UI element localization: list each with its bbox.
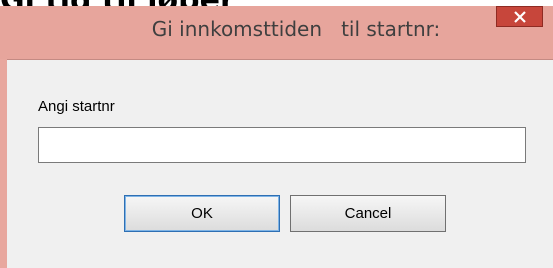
- startnr-input[interactable]: [38, 127, 526, 163]
- input-dialog: Gi innkomsttiden til startnr: Angi start…: [0, 6, 553, 268]
- dialog-title: Gi innkomsttiden til startnr:: [151, 17, 441, 41]
- close-button[interactable]: [496, 6, 543, 27]
- close-icon: [514, 11, 526, 23]
- dialog-body: Angi startnr OK Cancel: [7, 59, 553, 268]
- dialog-titlebar[interactable]: Gi innkomsttiden til startnr:: [0, 6, 553, 59]
- ok-button[interactable]: OK: [124, 195, 280, 232]
- cancel-button[interactable]: Cancel: [290, 195, 446, 232]
- screen: Gi tid til løper Gi innkomsttiden til st…: [0, 0, 553, 268]
- startnr-label: Angi startnr: [38, 98, 115, 115]
